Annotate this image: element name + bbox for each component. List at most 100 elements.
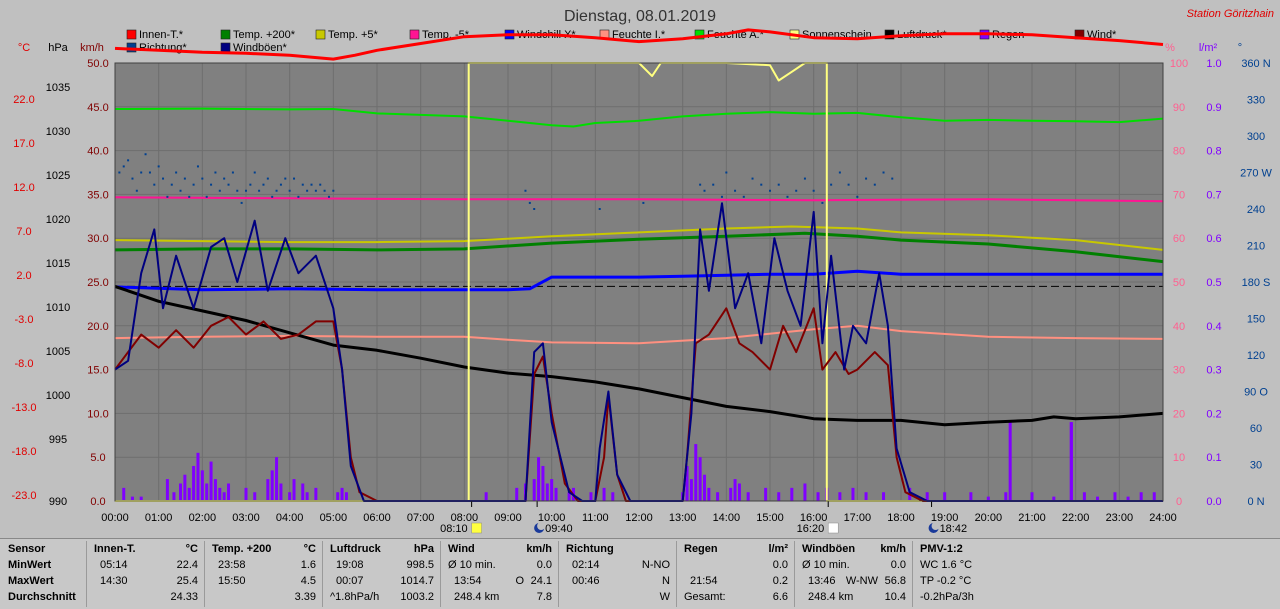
direction-point [210, 183, 213, 186]
temp200-unit: °C [303, 543, 316, 555]
tick-direction: 30 [1250, 460, 1262, 472]
rain-bar [851, 487, 855, 501]
weather-chart: Dienstag, 08.01.2019 Station Göritzhain In… [0, 0, 1280, 538]
tick-humidity: 20 [1173, 408, 1185, 420]
tick-temp: 7.0 [16, 226, 31, 238]
direction-point [245, 189, 247, 192]
direction-point [266, 177, 269, 180]
luftdruck-trend: ^1.8hPa/h [330, 591, 380, 603]
direction-point [821, 201, 824, 204]
rain-bar [279, 483, 283, 501]
stats-avg-label: Durchschnitt [8, 591, 76, 603]
richtung-row1-val: N-NO [641, 559, 670, 571]
tick-pressure: 1025 [46, 170, 70, 182]
direction-point [214, 171, 217, 174]
temp200-max-val: 4.5 [300, 575, 316, 587]
direction-point [712, 183, 715, 186]
tick-humidity: 30 [1173, 365, 1185, 377]
rain-bar [192, 465, 196, 501]
wind-max-time: 13:54 [454, 575, 482, 587]
tick-humidity: 60 [1173, 233, 1185, 245]
event-label: 18:42 [940, 523, 968, 535]
tick-pressure: 995 [49, 434, 67, 446]
tick-pressure: 1020 [46, 214, 70, 226]
direction-point [598, 208, 601, 210]
stats-innen: Innen-T. °C 05:14 22.4 14:30 25.4 24.33 [88, 541, 205, 607]
direction-point [188, 195, 191, 198]
rain-bar [689, 479, 693, 501]
wind-max-dir: O [515, 575, 524, 587]
rain-bar [1008, 422, 1012, 501]
wind-row1-val: 0.0 [536, 559, 552, 571]
direction-point [218, 189, 221, 192]
rain-bar [218, 487, 222, 501]
tick-time: 22:00 [1062, 512, 1090, 524]
rain-bar [1030, 492, 1034, 501]
wind-avg-val: 7.8 [536, 591, 552, 603]
direction-point [306, 189, 309, 192]
rain-bar [764, 487, 768, 501]
rain-bar [340, 487, 344, 501]
direction-point [314, 189, 317, 192]
tick-rain: 0.5 [1206, 277, 1221, 289]
rain-bar [1082, 492, 1086, 501]
rain-bar [545, 483, 549, 501]
rain-bar [270, 470, 274, 501]
direction-point [135, 189, 138, 192]
direction-point [332, 189, 335, 192]
luftdruck-unit: hPa [413, 543, 434, 555]
rain-bar [777, 492, 781, 501]
direction-point [873, 183, 876, 186]
tick-rain: 0.3 [1206, 365, 1221, 377]
station-label: Station Göritzhain [1187, 8, 1274, 20]
boen-max-dir: W-NW [845, 575, 878, 587]
rain-bar [253, 492, 257, 501]
rain-bar [305, 492, 309, 501]
chart-area: Dienstag, 08.01.2019 Station Göritzhain In… [0, 0, 1280, 538]
direction-point [786, 195, 789, 198]
rain-bar [746, 492, 750, 501]
direction-point [865, 177, 868, 180]
direction-point [262, 183, 265, 186]
legend-swatch [409, 29, 420, 40]
stats-temp200: Temp. +200 °C 23:58 1.6 15:50 4.5 3.39 [206, 541, 323, 607]
regen-header: Regen [684, 543, 718, 555]
tick-wind: 10.0 [87, 408, 108, 420]
tick-time: 20:00 [975, 512, 1003, 524]
sunrise-icon [471, 522, 482, 534]
legend-swatch [220, 42, 231, 53]
tick-time: 05:00 [320, 512, 348, 524]
tick-direction: 300 [1247, 131, 1265, 143]
rain-bar [698, 457, 702, 501]
direction-point [734, 189, 737, 192]
direction-point [258, 189, 261, 192]
boen-avg-val: 10.4 [884, 591, 906, 603]
tick-time: 00:00 [101, 512, 129, 524]
event-label: 09:40 [545, 523, 573, 535]
boen-max-time: 13:46 [808, 575, 836, 587]
direction-point [795, 189, 798, 192]
stats-richtung: Richtung 02:14 N-NO 00:46 N W [560, 541, 677, 607]
rain-bar [213, 479, 217, 501]
direction-point [777, 183, 780, 186]
richtung-row2-time: 00:46 [572, 575, 600, 587]
tick-time: 03:00 [232, 512, 260, 524]
tick-rain: 1.0 [1206, 58, 1221, 70]
tick-wind: 30.0 [87, 233, 108, 245]
direction-point [140, 171, 143, 174]
direction-point [144, 153, 147, 156]
chart-title: Dienstag, 08.01.2019 [564, 8, 716, 25]
tick-temp: -23.0 [11, 490, 36, 502]
legend-label: Temp. +200* [233, 29, 296, 41]
rain-bar [301, 483, 305, 501]
direction-point [742, 195, 745, 198]
direction-point [127, 159, 130, 162]
tick-direction: 0 N [1247, 496, 1264, 508]
event-label: 16:20 [797, 523, 825, 535]
tick-time: 14:00 [713, 512, 741, 524]
wind-unit: km/h [526, 543, 552, 555]
tick-time: 15:00 [756, 512, 784, 524]
tick-wind: 45.0 [87, 102, 108, 114]
rain-bar [183, 474, 187, 501]
axis-unit-rain: l/m² [1199, 42, 1218, 54]
